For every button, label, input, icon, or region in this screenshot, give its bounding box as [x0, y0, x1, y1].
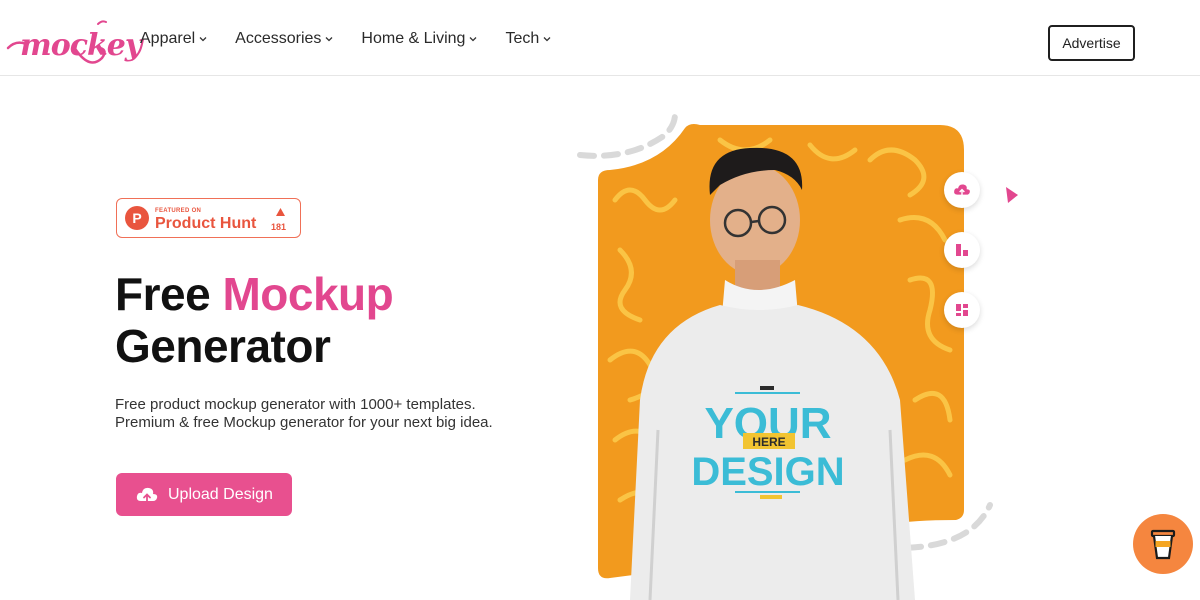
upload-cloud-icon — [136, 487, 158, 503]
layout-tool-button[interactable] — [944, 232, 980, 268]
nav-item-home-living[interactable]: Home & Living — [361, 30, 477, 48]
coffee-cup-icon — [1150, 529, 1176, 560]
chevron-down-icon — [325, 37, 333, 42]
layout-icon — [956, 244, 968, 256]
main-nav: Apparel Accessories Home & Living Tech — [140, 30, 551, 48]
buy-me-coffee-button[interactable] — [1133, 514, 1193, 574]
upload-tool-button[interactable] — [944, 172, 980, 208]
chevron-down-icon — [199, 37, 207, 42]
featured-on-label: FEATURED ON — [155, 208, 202, 214]
upvote-triangle-icon — [276, 208, 285, 216]
title-word-free: Free — [115, 268, 211, 320]
hero-description: Free product mockup generator with 1000+… — [115, 396, 493, 431]
grid-icon — [956, 304, 968, 316]
nav-label: Home & Living — [361, 30, 466, 47]
mockey-logo[interactable]: mockey — [6, 14, 142, 70]
cursor-arrow-icon — [1006, 187, 1018, 203]
chevron-down-icon — [543, 37, 551, 42]
product-hunt-badge[interactable]: P FEATURED ON Product Hunt 181 — [116, 198, 301, 238]
nav-item-accessories[interactable]: Accessories — [235, 30, 333, 48]
hero-title: Free Mockup Generator — [115, 268, 394, 372]
nav-item-apparel[interactable]: Apparel — [140, 30, 207, 48]
nav-item-tech[interactable]: Tech — [505, 30, 551, 48]
nav-label: Apparel — [140, 30, 196, 47]
logo-text: mockey — [20, 28, 142, 63]
upload-cloud-icon — [954, 184, 970, 196]
hero-illustration: YOUR HERE DESIGN — [570, 100, 1030, 600]
nav-label: Accessories — [235, 30, 322, 47]
grid-tool-button[interactable] — [944, 292, 980, 328]
nav-label: Tech — [505, 30, 540, 47]
print-design: DESIGN — [691, 450, 844, 494]
print-here: HERE — [752, 435, 785, 449]
product-hunt-name: Product Hunt — [155, 215, 257, 232]
product-hunt-icon: P — [125, 206, 149, 230]
site-header: mockey Apparel Accessories Home & Living… — [0, 0, 1200, 76]
title-word-generator: Generator — [115, 320, 331, 372]
upload-design-label: Upload Design — [168, 485, 273, 503]
upload-design-button[interactable]: Upload Design — [116, 473, 292, 516]
title-word-mockup: Mockup — [222, 268, 394, 320]
advertise-button[interactable]: Advertise — [1048, 25, 1135, 61]
chevron-down-icon — [469, 37, 477, 42]
upvote-count: 181 — [271, 222, 287, 232]
